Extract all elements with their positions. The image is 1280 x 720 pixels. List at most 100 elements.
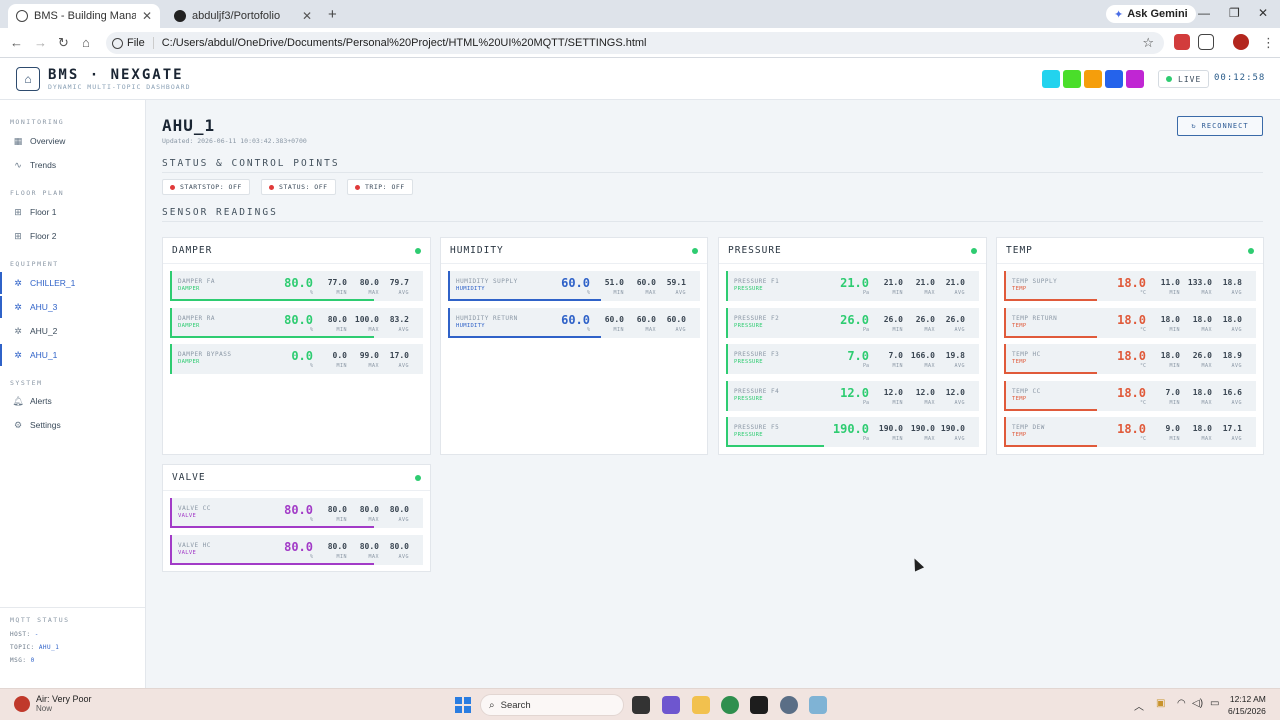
close-window-icon[interactable]: ✕ [1258, 6, 1268, 20]
taskbar-search[interactable]: ⌕ Search [480, 694, 624, 716]
sensor-avg: 26.0 [945, 314, 965, 324]
status-dot [170, 184, 175, 190]
battery-icon[interactable]: ▭ [1210, 698, 1219, 709]
close-tab-icon[interactable]: ✕ [302, 9, 312, 23]
sensor-avg: 80.0 [389, 505, 409, 514]
tab-portfolio[interactable]: abduljf3/Portofolio ✕ [166, 4, 320, 28]
max-label: MAX [924, 326, 935, 333]
sensor-name: PRESSURE F2 [734, 314, 780, 322]
restore-icon[interactable]: ❐ [1229, 6, 1240, 20]
tray-app-icon[interactable]: ▣ [1156, 698, 1165, 709]
sensor-row[interactable]: VALVE HC VALVE 80.0% 80.0 MIN 80.0 MAX 80.0 AVG [170, 534, 423, 565]
sensor-level-bar [1006, 408, 1097, 411]
sensor-row[interactable]: TEMP RETURN TEMP 18.0 °C 18.0 MIN 18.0 MAX 18.0 A… [1004, 307, 1256, 338]
sensor-type: HUMIDITY [456, 322, 485, 329]
sensor-row[interactable]: PRESSURE F3 PRESSURE 7.0 Pa 7.0 MIN 166.0 MAX 19… [726, 344, 979, 374]
sensor-unit: Pa [862, 290, 869, 296]
close-tab-icon[interactable]: ✕ [142, 9, 152, 23]
theme-swatch-cyan[interactable] [1042, 70, 1060, 88]
omnibox[interactable]: File C:/Users/abdul/OneDrive/Documents/P… [106, 32, 1164, 54]
sensor-row[interactable]: PRESSURE F1 PRESSURE 21.0 Pa 21.0 MIN 21.0 MAX 2… [726, 271, 979, 301]
extension-shield-icon[interactable] [1174, 34, 1190, 50]
min-label: MIN [892, 436, 903, 442]
sensor-level-bar [172, 562, 374, 565]
file-explorer-icon[interactable] [692, 696, 710, 714]
avg-label: AVG [954, 363, 965, 369]
windows-start-icon[interactable] [455, 697, 471, 713]
app-icon[interactable] [809, 696, 827, 714]
sensor-row[interactable]: TEMP DEW TEMP 18.0 °C 9.0 MIN 18.0 MAX 17.1 AVG [1004, 417, 1256, 447]
sensor-row[interactable]: HUMIDITY RETURN HUMIDITY 60.0% 60.0 MIN 60.0 M… [448, 307, 700, 338]
sensor-card-pressure: PRESSURE PRESSURE F1 PRESSURE 21.0 Pa 21.0 MIN… [718, 237, 987, 455]
sidebar-item-chiller-1[interactable]: ✲ CHILLER_1 [0, 272, 145, 294]
sidebar-item-floor-1[interactable]: ⊞ Floor 1 [0, 201, 145, 223]
card-header: TEMP [997, 238, 1263, 264]
min-label: MIN [336, 553, 347, 560]
theme-swatch-orange[interactable] [1084, 70, 1102, 88]
new-tab-button[interactable]: + [328, 6, 337, 23]
sensor-name: TEMP HC [1012, 351, 1041, 358]
reconnect-button[interactable]: ↻ RECONNECT [1177, 116, 1263, 136]
theme-swatch-purple[interactable] [1126, 70, 1144, 88]
sensor-row[interactable]: VALVE CC VALVE 80.0% 80.0 MIN 80.0 MAX 80.0 AVG [170, 498, 423, 528]
sensor-value: 80.0 [284, 276, 313, 290]
sensor-avg: 18.9 [1222, 351, 1242, 360]
extensions-puzzle-icon[interactable] [1198, 34, 1214, 50]
sidebar-item-alerts[interactable]: 🔔︎ Alerts [0, 390, 145, 412]
weather-widget[interactable]: Air: Very Poor Now [14, 694, 92, 713]
theme-swatch-blue[interactable] [1105, 70, 1123, 88]
reload-icon[interactable]: ↻ [58, 35, 69, 51]
sidebar-item-label: AHU_3 [30, 302, 58, 312]
sidebar-item-floor-2[interactable]: ⊞ Floor 2 [0, 225, 145, 247]
back-icon[interactable]: ← [10, 35, 23, 50]
sensor-row[interactable]: PRESSURE F5 PRESSURE 190.0 Pa 190.0 MIN 190.0 M… [726, 417, 979, 447]
ask-gemini-label: Ask Gemini [1127, 8, 1188, 20]
sensor-row[interactable]: TEMP CC TEMP 18.0 °C 7.0 MIN 18.0 MAX 16.6 AVG [1004, 380, 1256, 411]
site-info-chip[interactable]: File [112, 37, 154, 49]
theme-swatch-green[interactable] [1063, 70, 1081, 88]
task-view-icon[interactable] [632, 696, 650, 714]
sensor-row[interactable]: HUMIDITY SUPPLY HUMIDITY 60.0% 51.0 MIN 60.0 M… [448, 271, 700, 301]
card-header: PRESSURE [719, 238, 986, 264]
taskbar-search-label: Search [500, 699, 531, 711]
terminal-icon[interactable] [750, 696, 768, 714]
volume-icon[interactable]: ◁) [1192, 698, 1203, 709]
sidebar-item-ahu-3[interactable]: ✲ AHU_3 [0, 296, 145, 318]
live-indicator: LIVE [1158, 70, 1210, 88]
sensor-row[interactable]: TEMP HC TEMP 18.0 °C 18.0 MIN 26.0 MAX 18.9 AVG [1004, 344, 1256, 374]
sidebar-item-settings[interactable]: ⚙ Settings [0, 414, 145, 436]
sidebar-item-ahu-1[interactable]: ✲ AHU_1 [0, 344, 145, 366]
sensor-unit: Pa [862, 363, 869, 369]
wifi-icon[interactable]: ◠ [1177, 698, 1186, 709]
tray-overflow-icon[interactable]: ︿ [1134, 698, 1144, 713]
profile-avatar[interactable] [1233, 34, 1249, 50]
sensor-row[interactable]: PRESSURE F2 PRESSURE 26.0 Pa 26.0 MIN 26.0 MAX 2… [726, 307, 979, 338]
sensor-unit: % [309, 363, 313, 369]
sidebar-item-trends[interactable]: ∿ Trends [0, 154, 145, 176]
sidebar-item-ahu-2[interactable]: ✲ AHU_2 [0, 320, 145, 342]
menu-kebab-icon[interactable]: ⋮ [1262, 35, 1275, 51]
settings-app-icon[interactable] [780, 696, 798, 714]
chrome-icon[interactable] [721, 696, 739, 714]
mqtt-msg-label: MSG: [10, 657, 27, 664]
sensor-row[interactable]: TEMP SUPPLY TEMP 18.0 °C 11.0 MIN 133.0 MAX 18.8… [1004, 271, 1256, 301]
bookmark-star-icon[interactable]: ☆ [1142, 35, 1154, 51]
mqtt-topic-value: AHU_1 [38, 644, 60, 651]
sensor-min: 60.0 [604, 314, 624, 324]
sensor-row[interactable]: DAMPER BYPASS DAMPER 0.0% 0.0 MIN 99.0 MAX 17.0… [170, 344, 423, 374]
home-logo-icon[interactable]: ⌂ [16, 67, 40, 91]
minimize-icon[interactable]: — [1198, 6, 1210, 20]
system-clock[interactable]: 12:12 AM 6/15/2026 [1228, 693, 1266, 717]
ask-gemini-button[interactable]: ✦ Ask Gemini [1106, 5, 1196, 23]
tab-bms[interactable]: BMS - Building Management Sy ✕ [8, 4, 160, 28]
sensor-row[interactable]: DAMPER FA DAMPER 80.0% 77.0 MIN 80.0 MAX 79.7 AV… [170, 271, 423, 301]
sidebar-item-overview[interactable]: ▦ Overview [0, 130, 145, 152]
sidebar-item-label: Floor 1 [30, 207, 57, 217]
forward-icon[interactable]: → [34, 35, 47, 50]
sensor-name: TEMP SUPPLY [1012, 278, 1058, 285]
sensor-row[interactable]: PRESSURE F4 PRESSURE 12.0 Pa 12.0 MIN 12.0 MAX 1… [726, 380, 979, 411]
sensor-max: 100.0 [354, 314, 379, 324]
copilot-icon[interactable] [662, 696, 680, 714]
home-icon[interactable]: ⌂ [82, 35, 90, 50]
sensor-row[interactable]: DAMPER RA DAMPER 80.0% 80.0 MIN 100.0 MAX 83.2 A… [170, 307, 423, 338]
